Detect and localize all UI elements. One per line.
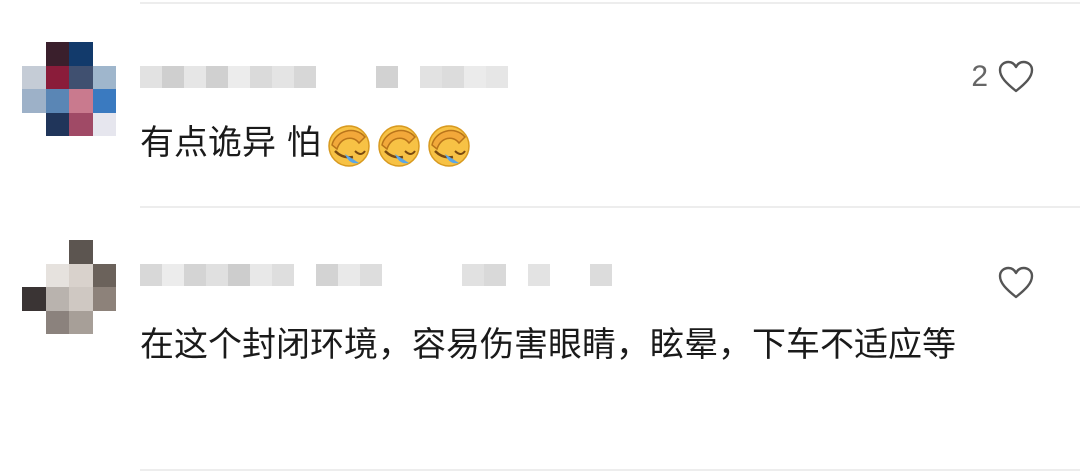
facepalm-icon xyxy=(325,121,373,169)
comment-text: 有点诡异 怕 xyxy=(140,116,1045,170)
avatar[interactable] xyxy=(22,42,116,136)
comment-body: 在这个封闭环境，容易伤害眼睛，眩晕，下车不适应等 xyxy=(140,325,956,365)
facepalm-icon xyxy=(375,121,423,169)
like-button[interactable] xyxy=(988,266,1034,300)
avatar[interactable] xyxy=(22,240,116,334)
emoji-group xyxy=(325,121,473,169)
like-button[interactable]: 2 xyxy=(971,60,1034,94)
divider-top xyxy=(140,2,1080,4)
comment-text: 在这个封闭环境，容易伤害眼睛，眩晕，下车不适应等 xyxy=(140,318,1045,372)
heart-outline-icon[interactable] xyxy=(998,266,1034,300)
comment-body: 有点诡异 怕 xyxy=(140,123,321,163)
divider-middle xyxy=(140,206,1080,208)
username-pixelated[interactable] xyxy=(140,64,508,90)
divider-bottom xyxy=(140,469,1080,471)
facepalm-icon xyxy=(425,121,473,169)
like-count: 2 xyxy=(971,60,988,93)
username-pixelated[interactable] xyxy=(140,262,612,288)
heart-outline-icon[interactable] xyxy=(998,60,1034,94)
